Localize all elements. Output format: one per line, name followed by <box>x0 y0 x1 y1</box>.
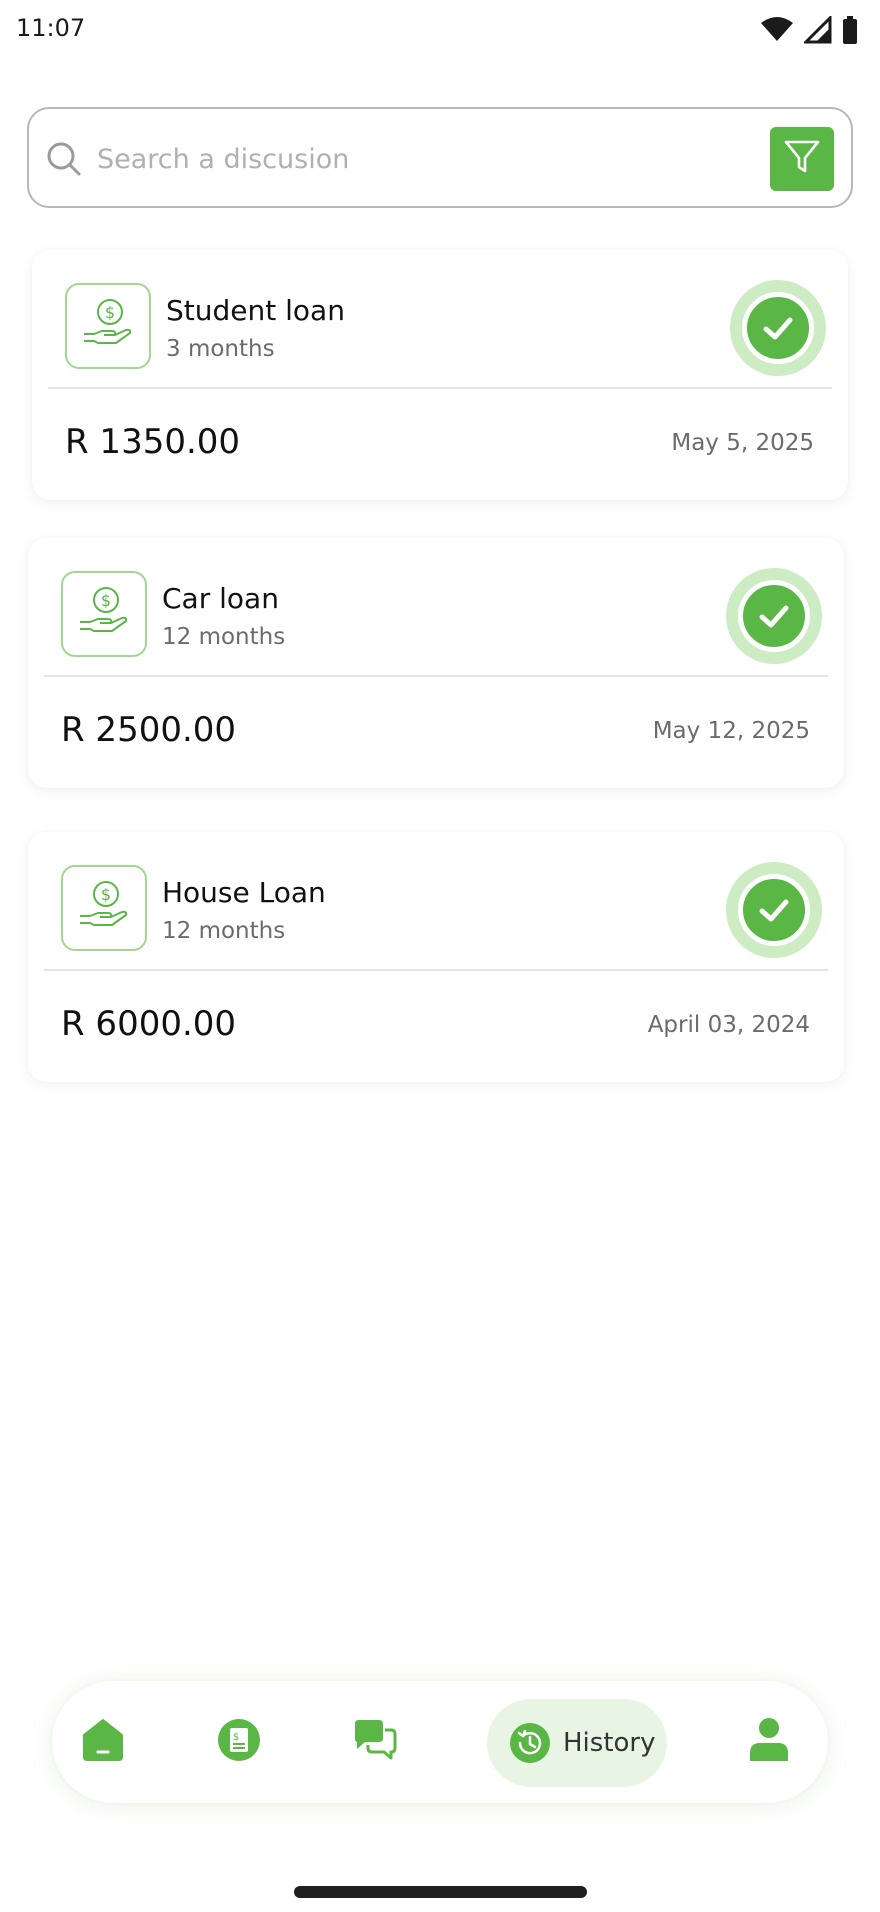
loan-amount: R 6000.00 <box>61 1004 237 1044</box>
search-icon <box>46 141 82 177</box>
check-circle-icon <box>726 862 822 958</box>
wifi-icon <box>760 17 794 48</box>
loan-title: Student loan <box>166 294 345 327</box>
search-input[interactable] <box>95 129 719 189</box>
loan-icon-box: $ <box>61 865 147 951</box>
status-icons <box>760 14 858 49</box>
loan-card[interactable]: $ Student loan 3 months R 1350.00 May 5,… <box>32 250 848 500</box>
money-hand-icon: $ <box>80 296 136 357</box>
nav-history[interactable]: History <box>487 1699 667 1787</box>
battery-icon <box>842 16 858 49</box>
loan-amount: R 1350.00 <box>65 422 241 462</box>
bottom-nav: $ History <box>52 1681 828 1803</box>
money-hand-icon: $ <box>76 584 132 645</box>
check-circle-icon <box>730 280 826 376</box>
svg-text:$: $ <box>105 303 115 322</box>
loan-icon-box: $ <box>61 571 147 657</box>
home-indicator[interactable] <box>294 1886 587 1898</box>
svg-text:$: $ <box>101 885 111 904</box>
card-divider <box>44 675 828 677</box>
loan-duration: 3 months <box>166 336 275 362</box>
status-time: 11:07 <box>16 14 86 42</box>
loan-title: House Loan <box>162 876 326 909</box>
loan-date: May 5, 2025 <box>671 430 814 456</box>
history-icon <box>509 1722 551 1764</box>
filter-icon <box>782 137 822 182</box>
loan-card[interactable]: $ House Loan 12 months R 6000.00 April 0… <box>28 832 844 1082</box>
loan-duration: 12 months <box>162 624 286 650</box>
nav-history-label: History <box>563 1728 656 1758</box>
loan-title: Car loan <box>162 582 279 615</box>
signal-icon <box>802 14 832 49</box>
loan-date: May 12, 2025 <box>652 718 810 744</box>
home-icon <box>80 1717 126 1768</box>
card-divider <box>44 969 828 971</box>
money-hand-icon: $ <box>76 878 132 939</box>
search-bar <box>27 107 853 208</box>
svg-text:$: $ <box>101 591 111 610</box>
svg-text:$: $ <box>233 1732 239 1743</box>
loan-duration: 12 months <box>162 918 286 944</box>
loan-amount: R 2500.00 <box>61 710 237 750</box>
document-dollar-icon: $ <box>217 1718 261 1767</box>
profile-icon <box>748 1717 790 1768</box>
loan-card[interactable]: $ Car loan 12 months R 2500.00 May 12, 2… <box>28 538 844 788</box>
nav-chat[interactable] <box>344 1711 406 1773</box>
loan-icon-box: $ <box>65 283 151 369</box>
check-circle-icon <box>726 568 822 664</box>
filter-button[interactable] <box>770 127 834 191</box>
nav-home[interactable] <box>72 1711 134 1773</box>
chat-icon <box>352 1718 398 1767</box>
status-bar: 11:07 <box>0 0 880 60</box>
nav-profile[interactable] <box>738 1711 800 1773</box>
loan-date: April 03, 2024 <box>647 1012 810 1038</box>
nav-documents[interactable]: $ <box>208 1711 270 1773</box>
card-divider <box>48 387 832 389</box>
